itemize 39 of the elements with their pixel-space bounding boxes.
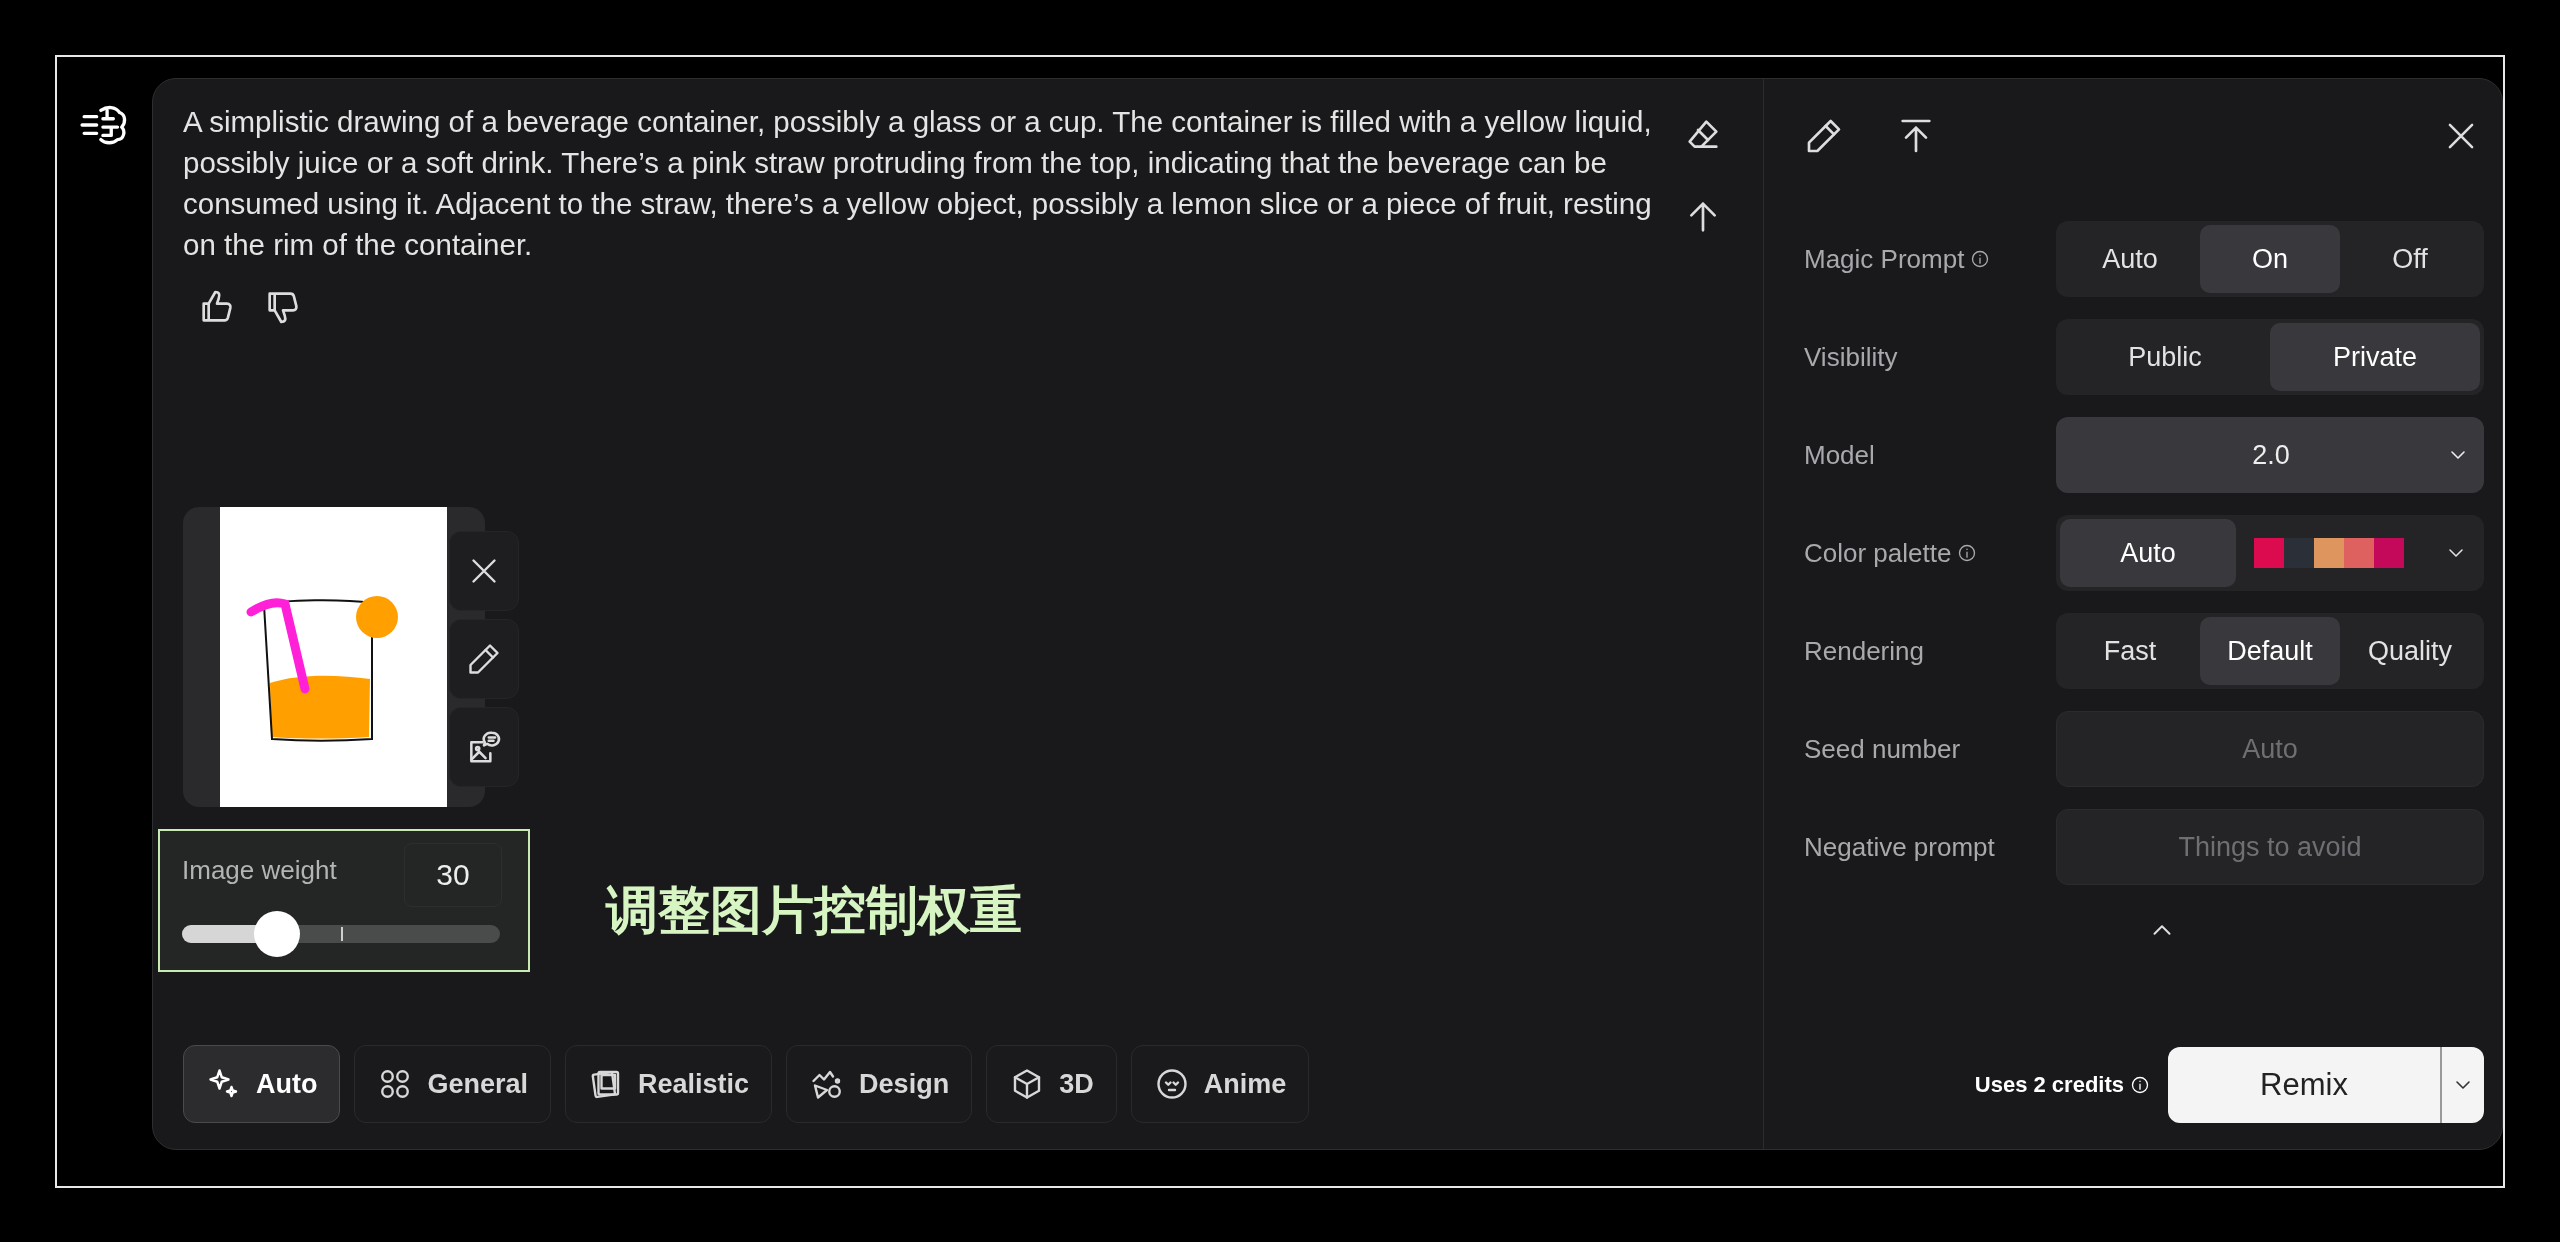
- setting-label: Negative prompt: [1804, 831, 1995, 863]
- info-icon: [1957, 543, 1978, 563]
- style-button[interactable]: Design: [786, 1045, 973, 1123]
- setting-label: Seed number: [1804, 733, 1961, 765]
- annotation-text: 调整图片控制权重: [606, 878, 1022, 942]
- style-button[interactable]: General: [354, 1045, 552, 1123]
- credits-text: Uses 2 credits: [1974, 1072, 2124, 1098]
- segment-option[interactable]: Quality: [2340, 617, 2480, 685]
- close-button[interactable]: [449, 531, 519, 611]
- segment-option[interactable]: Private: [2270, 323, 2480, 391]
- edit-button[interactable]: [449, 619, 519, 699]
- style-button[interactable]: Realistic: [565, 1045, 773, 1123]
- image-weight-label: Image weight: [182, 854, 337, 886]
- style-button[interactable]: Auto: [183, 1045, 341, 1123]
- segment-option[interactable]: Default: [2200, 617, 2340, 685]
- style-button[interactable]: Anime: [1130, 1045, 1310, 1123]
- pencil-icon: [466, 641, 502, 677]
- segment-option[interactable]: Auto: [2060, 225, 2200, 293]
- setting-label: Color palette: [1804, 537, 1952, 569]
- model-dropdown[interactable]: 2.0: [2056, 417, 2484, 493]
- segment-option[interactable]: Off: [2340, 225, 2480, 293]
- remix-button[interactable]: Remix: [2168, 1047, 2440, 1123]
- setting-label: Visibility: [1804, 341, 1898, 373]
- text-input[interactable]: Auto: [2056, 711, 2484, 787]
- describe-image-button[interactable]: [449, 707, 519, 787]
- style-button[interactable]: 3D: [986, 1045, 1117, 1123]
- text-input[interactable]: Things to avoid: [2056, 809, 2484, 885]
- info-icon: [2130, 1075, 2150, 1095]
- segment-option[interactable]: Public: [2060, 323, 2270, 391]
- segment-option[interactable]: Fast: [2060, 617, 2200, 685]
- info-icon: [1970, 249, 1991, 269]
- auto-option[interactable]: Auto: [2060, 519, 2236, 587]
- setting-label: Rendering: [1804, 635, 1924, 667]
- slider-thumb[interactable]: [254, 911, 301, 957]
- prompt-text: A simplistic drawing of a beverage container, possibly a glass or a cup. The container is filled with a yellow liquid, possibly juice or a soft drink. There’s a pink straw protruding from the top, indicating that the beverage can be consumed using it. Adjacent to the straw, there’s a yellow object, possibly a lemon slice or a piece of fruit, resting on the rim of the container.: [183, 104, 1653, 263]
- weight-value-field[interactable]: 30: [404, 843, 502, 907]
- setting-label: Magic Prompt: [1804, 243, 1965, 275]
- segment-option[interactable]: On: [2200, 225, 2340, 293]
- setting-label: Model: [1804, 439, 1875, 471]
